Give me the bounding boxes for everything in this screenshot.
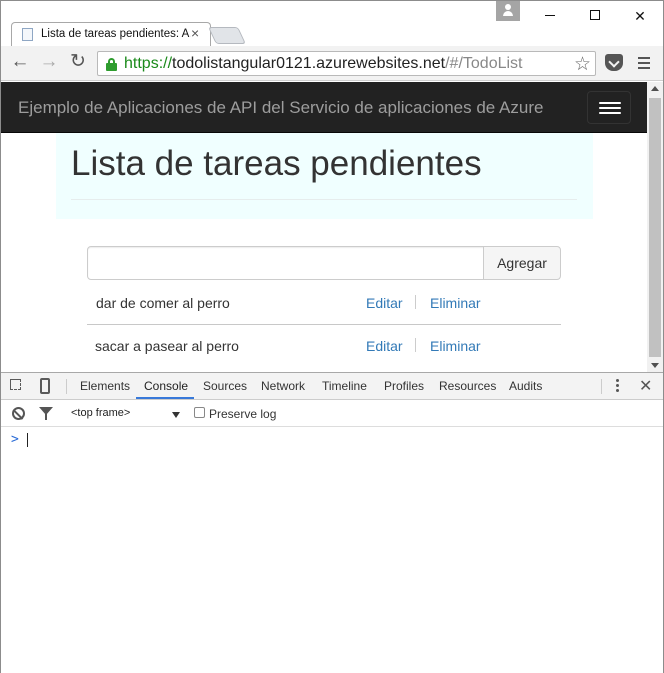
url-scheme: https:// xyxy=(124,55,173,72)
console-input[interactable] xyxy=(27,433,28,447)
page-header: Lista de tareas pendientes xyxy=(56,133,593,219)
link-divider xyxy=(415,295,416,309)
close-window-button[interactable]: ✕ xyxy=(617,1,663,31)
link-divider xyxy=(415,338,416,352)
console-prompt: > xyxy=(11,432,19,447)
site-navbar: Ejemplo de Aplicaciones de API del Servi… xyxy=(1,82,647,133)
url-host: todolistangular0121.azurewebsites.net xyxy=(172,55,446,72)
scroll-up-icon[interactable] xyxy=(651,86,659,91)
tab-sources[interactable]: Sources xyxy=(203,379,247,393)
delete-link[interactable]: Eliminar xyxy=(430,295,481,311)
clear-console-icon[interactable] xyxy=(12,407,25,420)
edit-link[interactable]: Editar xyxy=(366,338,403,354)
browser-toolbar: ← → ↻ https://todolistangular0121.azurew… xyxy=(1,46,663,81)
reload-icon: ↻ xyxy=(70,51,86,72)
toolbar-divider xyxy=(66,379,67,394)
navbar-toggle-button[interactable] xyxy=(587,91,631,124)
task-row: sacar a pasear al perro Editar Eliminar xyxy=(87,325,561,368)
scroll-down-icon[interactable] xyxy=(651,363,659,368)
tab-network[interactable]: Network xyxy=(261,379,305,393)
preserve-log-checkbox[interactable] xyxy=(194,407,205,418)
divider xyxy=(71,199,577,200)
toolbar-divider xyxy=(601,379,602,394)
page-viewport: Ejemplo de Aplicaciones de API del Servi… xyxy=(1,82,647,372)
devtools-tabbar: Elements Console Sources Network Timelin… xyxy=(1,373,663,400)
lock-icon xyxy=(106,58,117,71)
frame-select[interactable]: <top frame> xyxy=(71,407,130,419)
tab-title: Lista de tareas pendientes: A… xyxy=(41,28,191,40)
back-button[interactable]: ← xyxy=(8,51,32,75)
minimize-button[interactable] xyxy=(527,1,573,31)
browser-window: Lista de tareas pendientes: A… × ✕ ← → ↻… xyxy=(0,0,664,673)
tab-strip: Lista de tareas pendientes: A… × ✕ xyxy=(1,1,663,46)
scrollbar-thumb[interactable] xyxy=(649,98,661,357)
tab-console[interactable]: Console xyxy=(144,379,188,393)
bookmark-star-icon[interactable]: ☆ xyxy=(574,53,591,76)
tab-resources[interactable]: Resources xyxy=(439,379,496,393)
preserve-log-label: Preserve log xyxy=(209,407,277,421)
inspect-element-icon[interactable] xyxy=(10,379,24,393)
maximize-icon xyxy=(590,10,600,20)
task-text: sacar a pasear al perro xyxy=(95,338,239,354)
url-text: https://todolistangular0121.azurewebsite… xyxy=(124,55,523,73)
console-filterbar: <top frame> Preserve log xyxy=(1,401,663,427)
task-text: dar de comer al perro xyxy=(96,295,230,311)
url-path: /#/TodoList xyxy=(445,55,523,72)
tab-profiles[interactable]: Profiles xyxy=(384,379,424,393)
arrow-right-icon: → xyxy=(39,51,59,72)
page-scrollbar[interactable] xyxy=(647,82,663,372)
tab-timeline[interactable]: Timeline xyxy=(322,379,367,393)
device-mode-icon[interactable] xyxy=(40,378,50,394)
devtools-panel: Elements Console Sources Network Timelin… xyxy=(1,372,663,673)
page-favicon-icon xyxy=(22,28,33,41)
reload-button[interactable]: ↻ xyxy=(66,51,90,75)
add-button[interactable]: Agregar xyxy=(483,246,561,280)
tab-elements[interactable]: Elements xyxy=(80,379,130,393)
site-brand[interactable]: Ejemplo de Aplicaciones de API del Servi… xyxy=(18,98,543,118)
more-options-icon[interactable] xyxy=(616,379,620,393)
arrow-left-icon: ← xyxy=(10,51,30,72)
tab-close-icon[interactable]: × xyxy=(191,25,199,41)
close-devtools-icon[interactable]: ✕ xyxy=(639,376,652,396)
filter-icon[interactable] xyxy=(39,407,53,420)
browser-tab[interactable]: Lista de tareas pendientes: A… × xyxy=(11,22,211,46)
new-task-input[interactable] xyxy=(87,246,485,280)
page-title: Lista de tareas pendientes xyxy=(71,144,482,183)
maximize-button[interactable] xyxy=(572,1,618,31)
tab-audits[interactable]: Audits xyxy=(509,379,542,393)
active-tab-indicator xyxy=(136,397,194,399)
delete-link[interactable]: Eliminar xyxy=(430,338,481,354)
chevron-down-icon[interactable] xyxy=(172,412,180,418)
task-row: dar de comer al perro Editar Eliminar xyxy=(87,282,561,325)
close-icon: ✕ xyxy=(634,8,646,24)
browser-menu-icon[interactable] xyxy=(638,57,650,69)
profile-button[interactable] xyxy=(496,1,520,21)
edit-link[interactable]: Editar xyxy=(366,295,403,311)
address-bar[interactable]: https://todolistangular0121.azurewebsite… xyxy=(97,51,596,76)
forward-button[interactable]: → xyxy=(37,51,61,75)
minimize-icon xyxy=(545,15,555,16)
person-icon xyxy=(503,4,513,16)
pocket-icon[interactable] xyxy=(605,54,623,71)
new-tab-button[interactable] xyxy=(208,27,246,44)
